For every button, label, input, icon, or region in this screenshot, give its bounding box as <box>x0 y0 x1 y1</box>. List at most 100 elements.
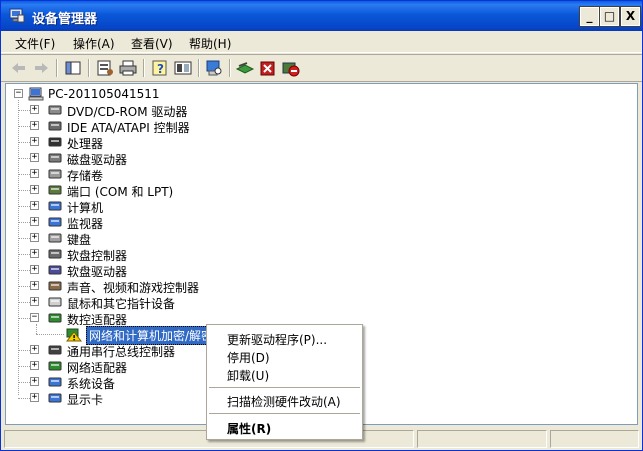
expand-toggle[interactable]: + <box>30 297 39 306</box>
tree-category[interactable]: + 软盘控制器 <box>30 246 290 263</box>
tree-category[interactable]: + 处理器 <box>30 134 290 151</box>
tree-category[interactable]: + 端口 (COM 和 LPT) <box>30 182 290 199</box>
menu-file[interactable]: 文件(F) <box>15 35 55 52</box>
tree-connector <box>18 286 30 287</box>
computer-icon <box>48 201 62 211</box>
tree-connector <box>18 302 30 303</box>
help-icon[interactable]: ? <box>150 59 170 77</box>
tree-connector <box>18 318 30 319</box>
tree-connector <box>18 110 30 111</box>
title-bar[interactable]: 设备管理器 _ □ X <box>1 1 642 31</box>
expand-toggle[interactable]: + <box>30 185 39 194</box>
expand-toggle[interactable]: + <box>30 121 39 130</box>
tree-root[interactable]: − PC-201105041511 <box>12 86 212 102</box>
tree-category[interactable]: + 鼠标和其它指针设备 <box>30 294 290 311</box>
storage-volume-icon <box>48 169 62 179</box>
warning-device-icon <box>66 328 82 342</box>
port-icon <box>48 185 62 195</box>
disable-icon[interactable] <box>281 59 301 77</box>
toolbar-separator <box>198 59 200 77</box>
menu-separator <box>209 413 360 414</box>
scan-hardware-icon[interactable] <box>204 59 224 77</box>
console-tree-icon[interactable] <box>63 59 83 77</box>
expand-toggle[interactable]: + <box>30 233 39 242</box>
expand-toggle[interactable]: + <box>30 265 39 274</box>
expand-toggle[interactable]: + <box>30 201 39 210</box>
menu-help[interactable]: 帮助(H) <box>189 35 231 52</box>
tree-connector <box>18 222 30 223</box>
expand-toggle[interactable]: + <box>30 249 39 258</box>
tree-connector <box>18 270 30 271</box>
tree-connector <box>18 350 30 351</box>
tree-connector <box>18 126 30 127</box>
toolbar-separator <box>143 59 145 77</box>
processor-icon <box>48 137 62 147</box>
print-icon[interactable] <box>118 59 138 77</box>
expand-toggle[interactable]: + <box>30 217 39 226</box>
tree-connector <box>18 174 30 175</box>
back-arrow-icon[interactable] <box>9 59 29 77</box>
update-driver-icon[interactable] <box>235 59 255 77</box>
view-icon[interactable] <box>173 59 193 77</box>
expand-toggle[interactable]: + <box>30 361 39 370</box>
floppy-controller-icon <box>48 249 62 259</box>
menu-bar: 文件(F) 操作(A) 查看(V) 帮助(H) <box>1 31 642 53</box>
expand-toggle[interactable]: + <box>30 169 39 178</box>
sound-icon <box>48 281 62 291</box>
menu-separator <box>209 387 360 388</box>
tree-category[interactable]: + DVD/CD-ROM 驱动器 <box>30 102 290 119</box>
collapse-toggle[interactable]: − <box>14 89 23 98</box>
menu-scan-hardware[interactable]: 扫描检测硬件改动(A) <box>227 393 341 410</box>
floppy-drive-icon <box>48 265 62 275</box>
expand-toggle[interactable]: + <box>30 377 39 386</box>
tree-category[interactable]: + 监视器 <box>30 214 290 231</box>
category-label: 显示卡 <box>67 393 104 407</box>
menu-disable[interactable]: 停用(D) <box>227 349 270 366</box>
tree-category[interactable]: + 声音、视频和游戏控制器 <box>30 278 290 295</box>
display-adapter-icon <box>48 393 62 403</box>
uninstall-icon[interactable] <box>258 59 278 77</box>
expand-toggle[interactable]: + <box>30 345 39 354</box>
tree-device[interactable]: 网络和计算机加密/解密 <box>64 326 224 345</box>
collapse-toggle[interactable]: − <box>30 313 39 322</box>
menu-uninstall[interactable]: 卸载(U) <box>227 367 269 384</box>
tree-category[interactable]: + IDE ATA/ATAPI 控制器 <box>30 118 290 135</box>
expand-toggle[interactable]: + <box>30 281 39 290</box>
keyboard-icon <box>48 233 62 243</box>
ide-controller-icon <box>48 121 62 131</box>
toolbar-separator <box>56 59 58 77</box>
system-device-icon <box>48 377 62 387</box>
minimize-button[interactable]: _ <box>579 6 600 27</box>
menu-view[interactable]: 查看(V) <box>131 35 173 52</box>
maximize-button[interactable]: □ <box>599 6 620 27</box>
computer-icon <box>28 87 44 101</box>
tree-category[interactable]: + 磁盘驱动器 <box>30 150 290 167</box>
maximize-icon: □ <box>603 9 616 23</box>
tree-connector <box>36 324 37 334</box>
expand-toggle[interactable]: + <box>30 105 39 114</box>
tree-category[interactable]: + 软盘驱动器 <box>30 262 290 279</box>
tree-category[interactable]: + 键盘 <box>30 230 290 247</box>
tree-connector <box>18 366 30 367</box>
menu-update-driver[interactable]: 更新驱动程序(P)... <box>227 331 327 348</box>
tree-connector <box>18 254 30 255</box>
status-cell-2 <box>417 430 547 448</box>
expand-toggle[interactable]: + <box>30 137 39 146</box>
close-button[interactable]: X <box>620 6 641 27</box>
properties-icon[interactable] <box>95 59 115 77</box>
close-icon: X <box>625 9 636 23</box>
disk-drive-icon <box>48 153 62 163</box>
tree-connector <box>18 398 30 399</box>
expand-toggle[interactable]: + <box>30 393 39 402</box>
cdrom-icon <box>48 105 62 115</box>
monitor-icon <box>48 217 62 227</box>
tree-category[interactable]: + 计算机 <box>30 198 290 215</box>
mouse-icon <box>48 297 62 307</box>
tree-connector <box>18 142 30 143</box>
menu-action[interactable]: 操作(A) <box>73 35 115 52</box>
expand-toggle[interactable]: + <box>30 153 39 162</box>
menu-properties[interactable]: 属性(R) <box>227 420 271 437</box>
tree-category[interactable]: + 存储卷 <box>30 166 290 183</box>
tree-connector <box>36 334 64 335</box>
forward-arrow-icon[interactable] <box>31 59 51 77</box>
